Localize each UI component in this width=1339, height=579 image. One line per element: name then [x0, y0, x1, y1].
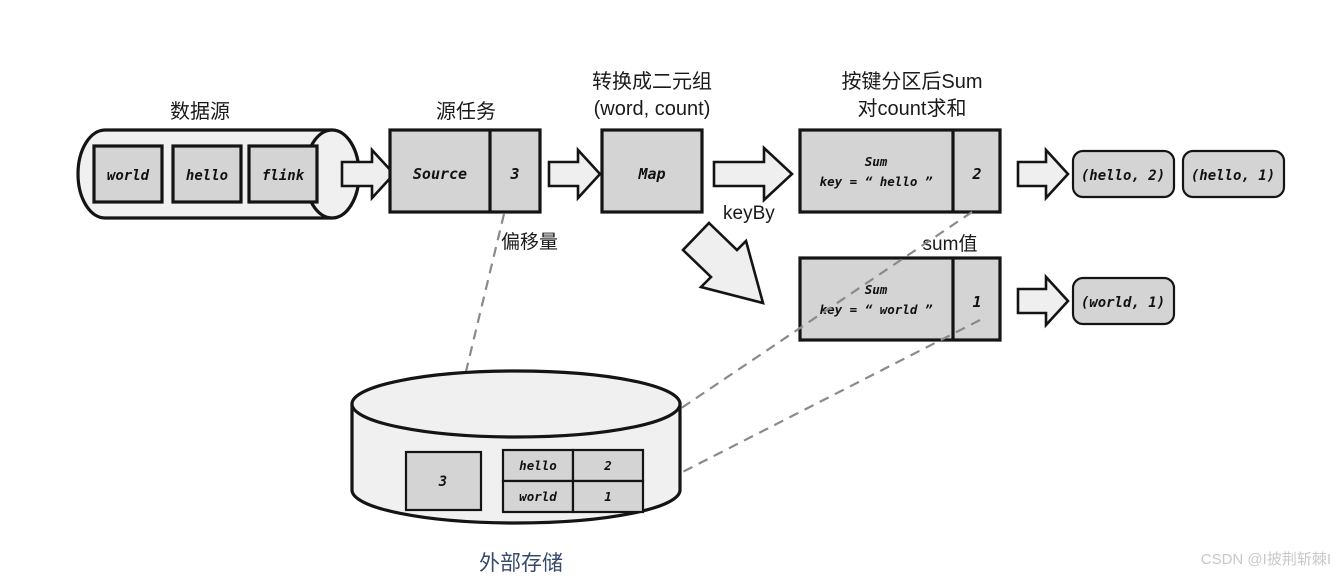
source-task-offset-value: 3: [509, 165, 519, 183]
record-label: world: [107, 168, 150, 184]
flow-arrow-icon: [712, 145, 794, 203]
storage-offset-value: 3: [438, 474, 447, 490]
state-value: 1: [604, 489, 612, 504]
label-source-task: 源任务: [436, 100, 496, 123]
source-record-list: world hello flink: [92, 144, 319, 204]
state-value: 2: [603, 458, 612, 473]
sum-task-name: Sum: [865, 154, 888, 169]
label-external-storage: 外部存储: [479, 552, 563, 575]
sum-task-key: key = “ hello ”: [820, 174, 933, 189]
flow-arrow-icon: [1016, 146, 1070, 202]
storage-offset-cell: 3: [404, 450, 483, 512]
state-key: world: [519, 489, 557, 504]
keyby-diagonal-arrow-icon: [681, 221, 765, 305]
output-bubble-world-1: (world, 1): [1071, 276, 1176, 326]
record-label: hello: [186, 168, 228, 184]
sum-task-box-world: Sum key = “ world ” 1: [798, 256, 1002, 342]
map-task-box: Map: [600, 128, 704, 214]
source-task-box: Source 3: [388, 128, 542, 214]
map-task-name: Map: [637, 165, 665, 183]
sum-task-value: 1: [972, 293, 981, 311]
label-data-source: 数据源: [170, 100, 230, 123]
sum-task-box-hello: Sum key = “ hello ” 2: [798, 128, 1002, 214]
table-row: world 1: [501, 479, 645, 514]
record-label: flink: [262, 168, 305, 184]
diagram-canvas: 数据源 源任务 转换成二元组 (word, count) 按键分区后Sum 对c…: [0, 0, 1339, 579]
flow-arrow-icon: [547, 146, 602, 202]
sum-task-key: key = “ world ”: [820, 302, 933, 317]
label-sum-title-line1: 按键分区后Sum: [841, 70, 982, 93]
storage-state-table: hello 2 world 1: [501, 448, 645, 514]
list-item: flink: [247, 144, 319, 204]
flow-arrow-icon: [1016, 273, 1070, 329]
output-bubble-hello-2: (hello, 2): [1071, 149, 1176, 199]
list-item: hello: [171, 144, 243, 204]
list-item: world: [92, 144, 164, 204]
flink-wordcount-dataflow-diagram: 数据源 源任务 转换成二元组 (word, count) 按键分区后Sum 对c…: [76, 70, 1331, 575]
watermark-text: CSDN @I披荆斩棘I: [1201, 551, 1331, 568]
output-label: (world, 1): [1081, 295, 1165, 311]
state-key: hello: [519, 458, 557, 473]
sum-task-name: Sum: [865, 282, 888, 297]
label-offset: 偏移量: [501, 231, 558, 253]
label-sum-value: sum值: [923, 233, 978, 255]
table-row: hello 2: [501, 448, 645, 483]
label-sum-title-line2: 对count求和: [858, 97, 967, 120]
label-map-title-line1: 转换成二元组: [592, 70, 712, 93]
output-label: (hello, 2): [1081, 168, 1165, 184]
dashed-link-sum-world: [645, 319, 981, 491]
label-map-title-line2: (word, count): [594, 98, 711, 120]
sum-task-value: 2: [971, 165, 981, 183]
source-task-name: Source: [413, 165, 467, 183]
output-label: (hello, 1): [1191, 168, 1275, 184]
label-keyby: keyBy: [723, 203, 775, 224]
output-bubble-hello-1: (hello, 1): [1181, 149, 1286, 199]
